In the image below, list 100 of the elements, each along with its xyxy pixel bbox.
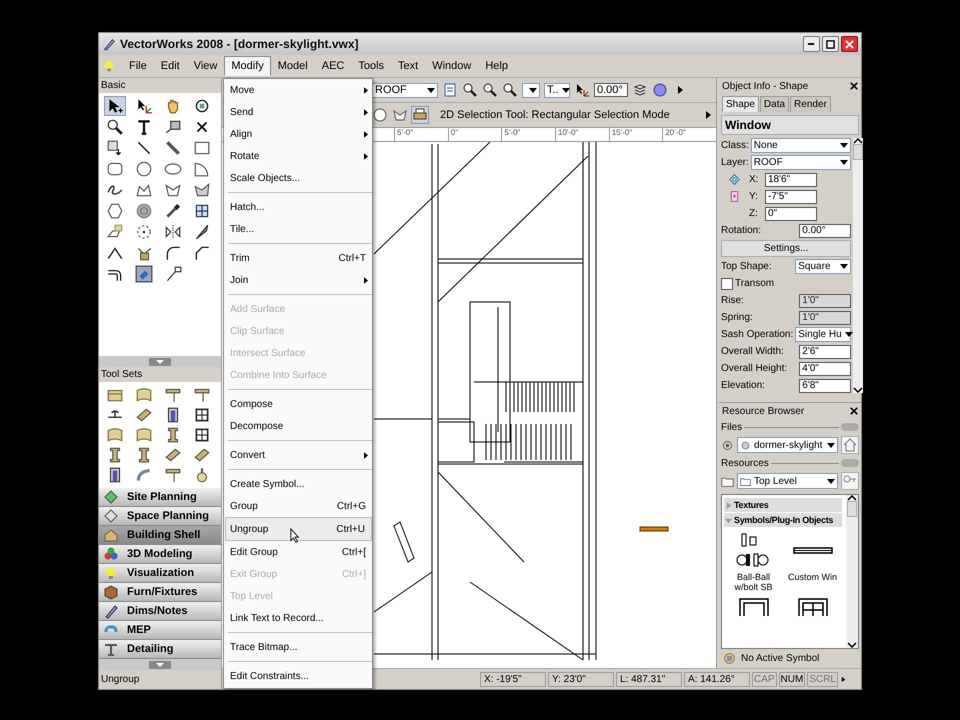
menu-item[interactable]: Ungroup Ctrl+U	[225, 517, 372, 541]
resource-group-header[interactable]: Textures	[724, 498, 842, 512]
menu-item[interactable]: Trace Bitmap...	[228, 636, 372, 658]
circle-icon[interactable]	[134, 160, 154, 178]
text-style-dropdown[interactable]: T..	[544, 82, 570, 98]
polygon-icon[interactable]	[392, 107, 408, 123]
menu-item[interactable]: Window	[425, 56, 478, 76]
menu-item[interactable]: Align	[228, 123, 372, 145]
zoom-icon[interactable]	[105, 118, 125, 136]
rounded-rectangle-icon[interactable]	[105, 160, 125, 178]
angle-field[interactable]: 0.00°	[594, 83, 628, 97]
beam-icon[interactable]	[192, 386, 212, 404]
value-field[interactable]: 2'6"	[799, 344, 852, 358]
menu-item[interactable]: Hatch...	[228, 196, 372, 218]
callout-icon[interactable]	[163, 118, 183, 136]
menu-item[interactable]: Tile...	[228, 218, 372, 240]
menu-item[interactable]: Rotate	[228, 145, 372, 167]
tool-set-button[interactable]: Furn/Fixtures	[99, 583, 221, 602]
diamond-icon[interactable]	[728, 173, 740, 186]
scroll-up-icon[interactable]	[847, 495, 857, 501]
slab-icon[interactable]	[134, 406, 154, 424]
tool-set-button[interactable]: Building Shell	[99, 526, 221, 545]
panel-tab[interactable]: Render	[790, 96, 831, 112]
scroll-thumb[interactable]	[853, 144, 864, 160]
close-icon[interactable]	[850, 407, 858, 415]
menu-item[interactable]: View	[186, 56, 224, 76]
beam-icon[interactable]	[163, 466, 183, 484]
value-field[interactable]: 4'0"	[799, 362, 852, 376]
spiral-icon[interactable]	[134, 202, 154, 220]
page-icon[interactable]	[442, 82, 458, 98]
menu-item[interactable]: Decompose	[228, 415, 372, 437]
menu-item[interactable]: Trim Ctrl+T	[228, 247, 372, 269]
menu-item[interactable]: Move	[228, 79, 372, 101]
panel-tab[interactable]: Data	[760, 96, 790, 112]
scroll-up-icon[interactable]	[853, 138, 864, 144]
rectangle-icon[interactable]	[192, 139, 212, 157]
curved-wall-icon[interactable]	[105, 426, 125, 444]
checkbox[interactable]	[721, 278, 733, 290]
view-dropdown[interactable]	[522, 82, 540, 98]
tool-set-button[interactable]: Space Planning	[99, 507, 221, 526]
circle-icon[interactable]	[372, 107, 388, 123]
value-dropdown[interactable]: None	[750, 138, 852, 153]
menu-item[interactable]: Compose	[228, 393, 372, 415]
tool-set-button[interactable]: Site Planning	[99, 488, 221, 507]
minimize-button[interactable]	[803, 36, 820, 52]
scroll-down-icon[interactable]	[847, 642, 857, 648]
axis-arrow-icon[interactable]	[574, 82, 590, 98]
menu-item[interactable]: Convert	[228, 444, 372, 466]
window-thumbnail-icon[interactable]	[798, 598, 828, 616]
menu-item[interactable]: Link Text to Record...	[228, 607, 372, 629]
home-icon[interactable]	[841, 436, 859, 454]
layer-dropdown[interactable]: ROOF	[372, 82, 438, 98]
scroll-thumb[interactable]	[847, 501, 857, 517]
printer-icon[interactable]	[412, 107, 428, 123]
tool-set-button[interactable]: Visualization	[99, 564, 221, 583]
scroll-down-icon[interactable]	[853, 387, 864, 393]
zoom-icon[interactable]	[462, 82, 478, 98]
key-icon[interactable]	[841, 472, 859, 490]
value-field[interactable]: 6'8"	[799, 378, 852, 392]
tool-set-button[interactable]: Dims/Notes	[99, 602, 221, 621]
settings-button[interactable]: Settings...	[721, 240, 852, 257]
menu-item[interactable]: AEC	[314, 56, 352, 76]
menu-item[interactable]: Edit	[154, 56, 187, 76]
value-field[interactable]: 0.00°	[799, 224, 852, 238]
tool-set-button[interactable]: Detailing	[99, 640, 221, 659]
door-thumbnail-icon[interactable]	[738, 598, 768, 616]
zoom-icon[interactable]	[482, 82, 498, 98]
value-dropdown[interactable]: ROOF	[750, 155, 852, 170]
file-dropdown[interactable]: dormer-skylight	[737, 437, 838, 453]
scrollbar[interactable]	[846, 495, 858, 648]
menu-item[interactable]: Send	[228, 101, 372, 123]
zoom-icon[interactable]	[502, 82, 518, 98]
menu-item[interactable]: Join	[228, 269, 372, 291]
menu-item[interactable]: Edit Constraints...	[228, 665, 372, 687]
menu-item[interactable]: Group Ctrl+G	[228, 495, 372, 517]
menu-item[interactable]: Edit Group Ctrl+[	[228, 541, 372, 563]
layers-icon[interactable]	[632, 82, 648, 98]
resource-group-header[interactable]: Symbols/Plug-In Objects	[724, 513, 842, 527]
coordinate-field[interactable]: 0"	[765, 206, 817, 220]
double-polygon-icon[interactable]	[192, 181, 212, 199]
menu-item[interactable]: File	[122, 56, 154, 76]
tool-set-button[interactable]: 3D Modeling	[99, 545, 221, 564]
eraser-icon[interactable]	[134, 265, 154, 283]
beam-icon[interactable]	[163, 386, 183, 404]
menu-item[interactable]: Help	[478, 56, 515, 76]
value-dropdown[interactable]: Square	[795, 259, 852, 274]
menu-item[interactable]: Model	[270, 56, 315, 76]
coordinate-field[interactable]: -7'5"	[765, 190, 817, 204]
panel-tab[interactable]: Shape	[722, 96, 759, 112]
close-button[interactable]	[841, 36, 858, 52]
maximize-button[interactable]	[822, 36, 839, 52]
menu-item[interactable]: Modify	[224, 56, 271, 76]
menu-item[interactable]: Tools	[351, 56, 392, 76]
menu-item[interactable]: Create Symbol...	[228, 473, 372, 495]
menu-item[interactable]: Scale Objects...	[228, 167, 372, 189]
slab-icon[interactable]	[192, 446, 212, 464]
slab-icon[interactable]	[163, 446, 183, 464]
curved-wall-icon[interactable]	[134, 386, 154, 404]
tool-set-button[interactable]: MEP	[99, 621, 221, 640]
value-dropdown[interactable]: Single Hu	[795, 327, 852, 342]
